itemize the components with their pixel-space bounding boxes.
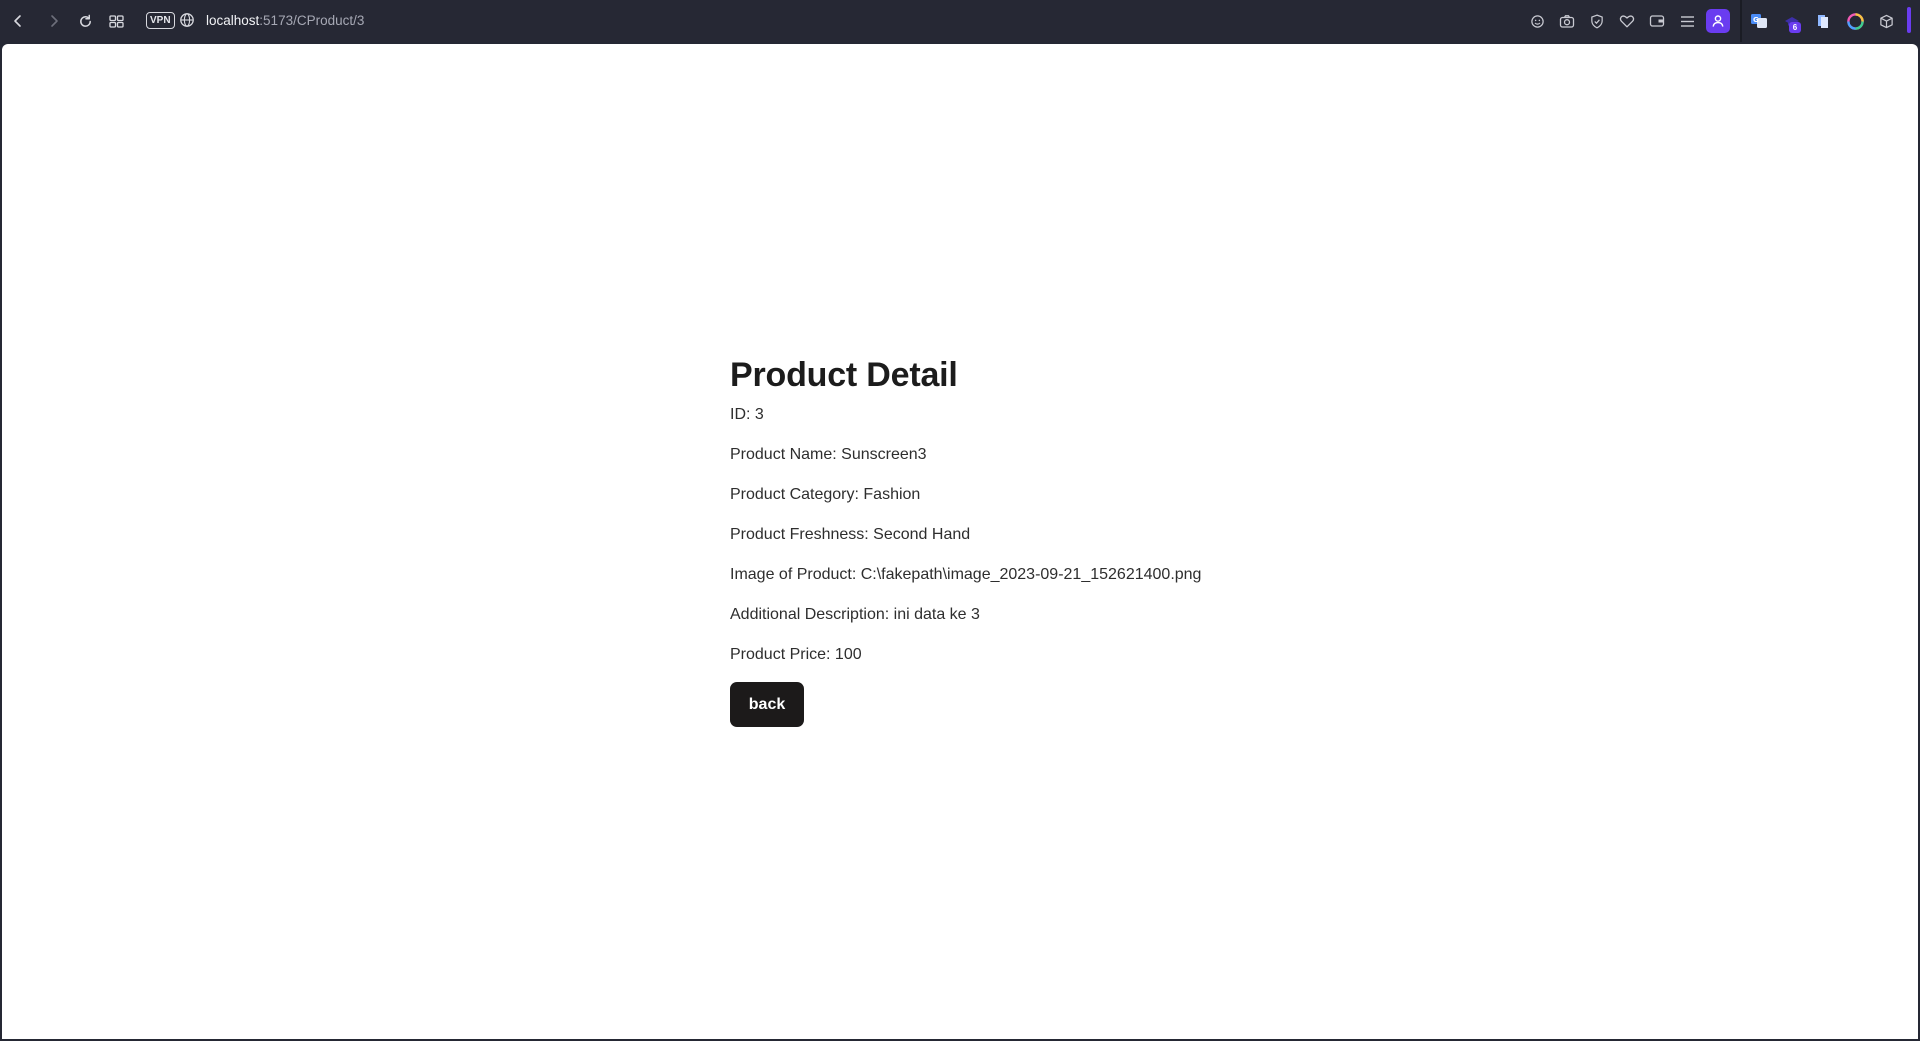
- toolbar-divider: [1740, 0, 1742, 42]
- wallet-icon[interactable]: [1647, 11, 1667, 31]
- profile-icon[interactable]: [1706, 9, 1730, 33]
- page-title: Product Detail: [730, 356, 958, 394]
- menu-lines-icon[interactable]: [1677, 11, 1697, 31]
- globe-icon: [179, 12, 195, 33]
- shield-icon[interactable]: [1587, 11, 1607, 31]
- tab-grid-icon[interactable]: [105, 10, 127, 32]
- extension-badge: 6: [1789, 22, 1801, 33]
- field-product-freshness: Product Freshness: Second Hand: [730, 526, 971, 543]
- heart-icon[interactable]: [1617, 11, 1637, 31]
- color-wheel-icon[interactable]: [1845, 11, 1865, 31]
- url-host: localhost: [206, 13, 260, 28]
- translate-icon[interactable]: G: [1749, 11, 1769, 31]
- page-viewport: Product Detail ID: 3 Product Name: Sunsc…: [2, 44, 1918, 1039]
- reload-icon[interactable]: [74, 10, 96, 32]
- url-path: :5173/CProduct/3: [259, 13, 365, 28]
- forward-arrow-icon[interactable]: [43, 10, 65, 32]
- field-image-of-product: Image of Product: C:\fakepath\image_2023…: [730, 566, 1202, 583]
- field-product-price: Product Price: 100: [730, 646, 862, 663]
- emoji-icon[interactable]: [1527, 11, 1547, 31]
- sidebar-accent-strip: [1907, 7, 1911, 33]
- svg-text:G: G: [1753, 16, 1759, 24]
- back-button[interactable]: back: [730, 682, 804, 727]
- back-arrow-icon[interactable]: [7, 10, 29, 32]
- camera-icon[interactable]: [1557, 11, 1577, 31]
- document-extension-icon[interactable]: [1813, 11, 1833, 31]
- field-product-category: Product Category: Fashion: [730, 486, 921, 503]
- field-additional-description: Additional Description: ini data ke 3: [730, 606, 980, 623]
- address-bar[interactable]: localhost:5173/CProduct/3: [206, 12, 364, 30]
- browser-toolbar: VPN localhost:5173/CProduct/3 G 6: [0, 0, 1920, 42]
- field-id: ID: 3: [730, 406, 764, 423]
- product-detail-card: Product Detail ID: 3 Product Name: Sunsc…: [730, 350, 1201, 730]
- cube-icon[interactable]: [1876, 11, 1896, 31]
- field-product-name: Product Name: Sunscreen3: [730, 446, 927, 463]
- vpn-badge[interactable]: VPN: [146, 12, 175, 29]
